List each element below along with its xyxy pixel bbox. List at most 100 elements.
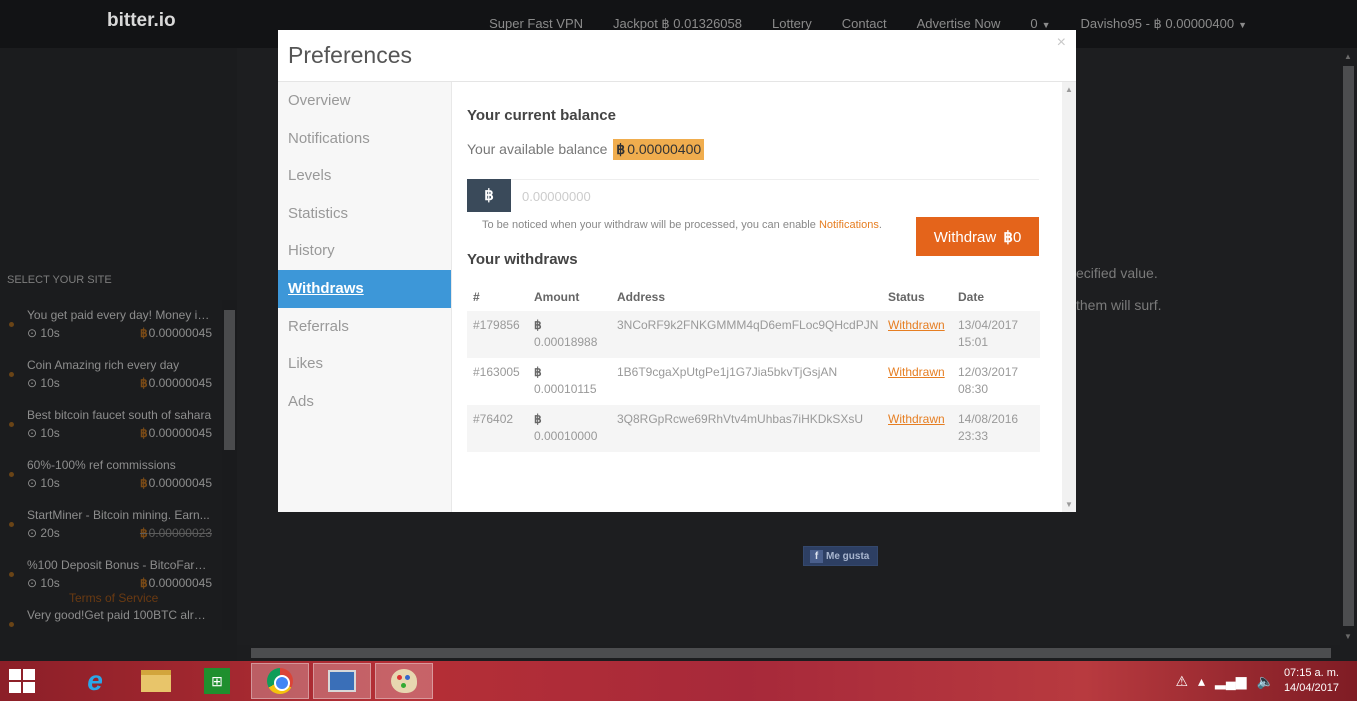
site-list-item[interactable]: StartMiner - Bitcoin mining. Earn... ⊙ 2… [0, 498, 222, 548]
tab-notifications[interactable]: Notifications [278, 120, 451, 158]
user-dropdown[interactable]: Davisho95 - ฿ 0.00000400 ▼ [1081, 16, 1247, 32]
withdraw-amount-input[interactable] [511, 179, 1039, 212]
bitcoin-icon: ฿ [139, 476, 148, 490]
windows-start-icon[interactable] [9, 669, 35, 693]
sidebar-scrollbar[interactable] [222, 300, 237, 630]
tab-ads[interactable]: Ads [278, 383, 451, 421]
withdraw-address: 3Q8RGpRcwe69RhVtv4mUhbas7iHKDkSXsU [611, 405, 882, 452]
clock[interactable]: 07:15 a. m. 14/04/2017 [1284, 666, 1339, 696]
bitcoin-icon: ฿ [616, 141, 626, 157]
scroll-up-icon[interactable]: ▲ [1344, 52, 1352, 61]
site-reward: ฿0.00000045 [140, 376, 212, 390]
facebook-icon: f [810, 550, 823, 563]
site-title: Best bitcoin faucet south of sahara [27, 408, 212, 422]
terms-of-service-link[interactable]: Terms of Service [69, 591, 158, 605]
windows-taskbar: e ⊞ ⚠ ▴ ▂▄▆ 🔈 07:15 a. m. 14/04/2017 [0, 661, 1357, 701]
background-text: ecified value. [1076, 265, 1158, 281]
tab-levels[interactable]: Levels [278, 157, 451, 195]
time-value: 08:30 [958, 382, 989, 396]
internet-explorer-icon[interactable]: e [66, 663, 124, 699]
volume-icon[interactable]: 🔈 [1257, 673, 1274, 690]
withdraws-heading: Your withdraws [467, 251, 578, 268]
bitcoin-icon: ฿ [139, 376, 148, 390]
balance-badge: ฿ 0.00000400 [613, 139, 705, 160]
site-time: 10s [40, 576, 60, 590]
tab-referrals[interactable]: Referrals [278, 308, 451, 346]
network-signal-icon[interactable]: ▂▄▆ [1215, 673, 1246, 690]
table-row: #179856 ฿ 0.00018988 3NCoRF9k2FNKGMMM4qD6… [467, 311, 1040, 358]
site-reward: ฿0.00000045 [140, 576, 212, 590]
site-list-item[interactable]: 60%-100% ref commissions ⊙ 10s ฿0.0000004… [0, 448, 222, 498]
bullet-icon [9, 372, 14, 377]
status-link[interactable]: Withdrawn [888, 318, 945, 332]
tab-statistics[interactable]: Statistics [278, 195, 451, 233]
modal-scrollbar[interactable]: ▲ ▼ [1062, 82, 1076, 512]
withdraw-id: #179856 [467, 311, 528, 358]
site-title: You get paid every day! Money ins... [27, 308, 212, 322]
scrollbar-thumb[interactable] [224, 310, 235, 450]
withdraw-amount-cell: ฿ 0.00010000 [528, 405, 611, 452]
site-time: 20s [40, 526, 60, 540]
withdraw-amount-cell: ฿ 0.00018988 [528, 311, 611, 358]
brand-logo[interactable]: bitter.io [107, 10, 176, 32]
site-time: 10s [40, 476, 60, 490]
site-title: Coin Amazing rich every day [27, 358, 180, 372]
page-horizontal-scrollbar[interactable] [237, 645, 1357, 661]
site-amount: 0.00000045 [148, 326, 212, 340]
remote-desktop-icon[interactable] [313, 663, 371, 699]
site-title: StartMiner - Bitcoin mining. Earn... [27, 508, 210, 522]
scroll-down-icon[interactable]: ▼ [1065, 500, 1073, 509]
site-list: You get paid every day! Money ins... ⊙ 1… [0, 298, 222, 634]
time-value: 15:01 [958, 335, 989, 349]
modal-header: Preferences × [278, 30, 1076, 82]
close-icon[interactable]: × [1057, 34, 1066, 52]
status-link[interactable]: Withdrawn [888, 365, 945, 379]
facebook-like-button[interactable]: f Me gusta [803, 546, 878, 566]
tab-withdraws[interactable]: Withdraws [278, 269, 451, 308]
bullet-icon [9, 472, 14, 477]
scrollbar-thumb[interactable] [1343, 66, 1354, 626]
scrollbar-thumb[interactable] [251, 648, 1331, 658]
site-title: %100 Deposit Bonus - BitcoFarm... [27, 558, 212, 572]
page-vertical-scrollbar[interactable]: ▲ ▼ [1340, 48, 1357, 645]
bitcoin-icon: ฿ [139, 426, 148, 440]
paint-icon[interactable] [375, 663, 433, 699]
withdraw-button[interactable]: Withdraw ฿0 [916, 217, 1039, 256]
show-hidden-icons-icon[interactable]: ▴ [1198, 673, 1205, 690]
site-title: 60%-100% ref commissions [27, 458, 176, 472]
clock-time: 07:15 a. m. [1283, 667, 1339, 679]
store-icon[interactable]: ⊞ [188, 663, 246, 699]
modal-title: Preferences [288, 42, 413, 68]
withdraw-status: Withdrawn [882, 405, 952, 452]
select-site-heading: SELECT YOUR SITE [7, 274, 112, 286]
action-center-warning-icon[interactable]: ⚠ [1175, 673, 1188, 690]
bitcoin-icon: ฿ [139, 576, 148, 590]
site-reward: ฿0.00000045 [140, 426, 212, 440]
tab-likes[interactable]: Likes [278, 345, 451, 383]
tab-history[interactable]: History [278, 232, 451, 270]
column-header: Address [617, 290, 666, 304]
site-list-item[interactable]: You get paid every day! Money ins... ⊙ 1… [0, 298, 222, 348]
chrome-icon[interactable] [251, 663, 309, 699]
withdraw-date: 13/04/2017 15:01 [952, 311, 1040, 358]
user-name-balance: Davisho95 - ฿ 0.00000400 [1080, 16, 1235, 31]
background-text: them will surf. [1076, 297, 1162, 313]
bitcoin-icon: ฿ [534, 365, 542, 379]
site-list-item[interactable]: Coin Amazing rich every day ⊙ 10s ฿0.0000… [0, 348, 222, 398]
bitcoin-icon: ฿ [467, 179, 511, 212]
withdraw-date: 12/03/2017 08:30 [952, 358, 1040, 405]
notifications-link[interactable]: Notifications [819, 219, 879, 231]
scroll-up-icon[interactable]: ▲ [1065, 85, 1073, 94]
available-balance-label: Your available balance [467, 141, 608, 157]
site-timer: ⊙ 10s [27, 476, 60, 490]
available-balance: Your available balance ฿ 0.00000400 [467, 139, 705, 160]
tab-overview[interactable]: Overview [278, 82, 451, 120]
clock-date: 14/04/2017 [1283, 682, 1339, 694]
bullet-icon [9, 422, 14, 427]
messages-count: 0 [1030, 16, 1038, 31]
site-list-item[interactable]: Best bitcoin faucet south of sahara ⊙ 10… [0, 398, 222, 448]
status-link[interactable]: Withdrawn [888, 412, 945, 426]
file-explorer-icon[interactable] [127, 663, 185, 699]
notice-end: . [878, 219, 882, 231]
scroll-down-icon[interactable]: ▼ [1344, 632, 1352, 641]
